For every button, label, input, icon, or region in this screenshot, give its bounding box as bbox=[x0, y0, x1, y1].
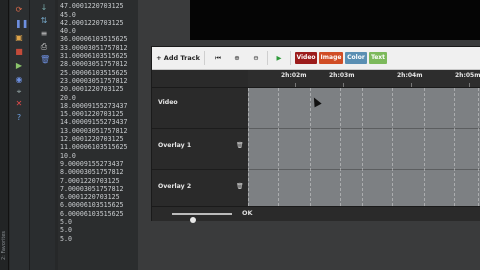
console-line: 14.00009155273437 bbox=[60, 118, 128, 127]
console-line: 5.0 bbox=[60, 234, 72, 243]
console-line: 9.00009155273437 bbox=[60, 159, 124, 168]
time-grid-line bbox=[340, 88, 342, 211]
track-name: Overlay 1 bbox=[158, 142, 192, 149]
console-output: 51.0000021362304747.000122070312545.042.… bbox=[58, 0, 138, 270]
time-grid-line bbox=[248, 88, 250, 211]
video-preview bbox=[190, 0, 480, 40]
ruler-tick-mark bbox=[295, 83, 296, 87]
track-name: Video bbox=[158, 99, 178, 106]
time-grid-line bbox=[310, 88, 312, 211]
console-lines: 51.0000021362304747.000122070312545.042.… bbox=[58, 0, 128, 243]
console-line: 6.00006103515625 bbox=[60, 209, 124, 218]
ruler-tick-label: 2h:03m bbox=[329, 72, 355, 79]
delete-track-icon[interactable]: 🗑 bbox=[236, 183, 244, 190]
console-line: 25.00006103515625 bbox=[60, 68, 128, 77]
wrap-icon[interactable]: ≡ bbox=[40, 30, 48, 38]
timeline-toolbar: + Add Track ⏮ ⊕ ⊖ ▶ Video Image Color Text bbox=[152, 47, 480, 70]
console-line: 6.0001220703125 bbox=[60, 193, 120, 202]
console-line: 23.00003051757812 bbox=[60, 76, 128, 85]
console-line: 12.0001220703125 bbox=[60, 135, 124, 144]
delete-track-icon[interactable]: 🗑 bbox=[236, 142, 244, 149]
resume-icon[interactable]: ▶ bbox=[15, 62, 23, 70]
zoom-in-icon[interactable]: ⊕ bbox=[231, 52, 243, 64]
console-line: 42.0001220703125 bbox=[60, 18, 124, 27]
console-line: 6.00006103515625 bbox=[60, 201, 124, 210]
time-grid-line bbox=[424, 88, 426, 211]
ruler-tick-mark bbox=[343, 83, 344, 87]
time-grid-line bbox=[278, 88, 280, 211]
add-color-button[interactable]: Color bbox=[345, 52, 367, 64]
time-grid-line bbox=[454, 88, 456, 211]
favorites-label: 2: Favorites bbox=[1, 230, 7, 260]
run-tool-icons: ⟳ ❚❚ ▣ ■ ▶ ◉ ⌖ ✕ ? bbox=[10, 0, 30, 270]
pin-icon[interactable]: ⌖ bbox=[15, 88, 23, 96]
console-line: 7.0001220703125 bbox=[60, 176, 120, 185]
ruler-tick-label: 2h:05m bbox=[455, 72, 480, 79]
toolbar-divider bbox=[267, 51, 268, 65]
console-line: 11.00006103515625 bbox=[60, 143, 128, 152]
track-header[interactable]: Overlay 2 🗑 bbox=[152, 170, 248, 211]
arrow-down-icon[interactable]: ↓ bbox=[40, 4, 48, 12]
console-line: 33.00003051757812 bbox=[60, 43, 128, 52]
time-grid-line bbox=[392, 88, 394, 211]
console-line: 15.0001220703125 bbox=[60, 110, 124, 119]
favorites-tab[interactable]: 2: Favorites bbox=[1, 220, 8, 260]
console-line: 47.0001220703125 bbox=[60, 2, 124, 11]
zoom-slider[interactable] bbox=[172, 213, 232, 223]
console-line: 31.00006103515625 bbox=[60, 52, 128, 61]
print-icon[interactable]: ⎙ bbox=[40, 43, 48, 51]
add-track-button[interactable]: + Add Track bbox=[156, 52, 200, 64]
timeline-editor: + Add Track ⏮ ⊕ ⊖ ▶ Video Image Color Text … bbox=[151, 46, 480, 223]
time-ruler[interactable]: 2h:02m 2h:03m 2h:04m 2h:05m bbox=[248, 70, 480, 88]
track-header[interactable]: Video bbox=[152, 88, 248, 129]
ruler-tick-label: 2h:04m bbox=[397, 72, 423, 79]
time-grid-line bbox=[362, 88, 364, 211]
skip-to-start-icon[interactable]: ⏮ bbox=[212, 52, 224, 64]
console-line: 20.0 bbox=[60, 93, 76, 102]
console-line: 36.00006103515625 bbox=[60, 35, 128, 44]
help-icon[interactable]: ? bbox=[15, 114, 23, 122]
console-line: 45.0 bbox=[60, 10, 76, 19]
ruler-corner bbox=[152, 70, 248, 88]
secondary-tool-icons: ↓ ⇅ ≡ ⎙ 🗑 bbox=[30, 0, 55, 270]
console-line: 18.00009155273437 bbox=[60, 101, 128, 110]
pause-icon[interactable]: ❚❚ bbox=[15, 20, 28, 28]
left-tool-rail: 2: Favorites bbox=[0, 0, 9, 270]
ok-button[interactable]: OK bbox=[242, 209, 253, 217]
trash-icon[interactable]: 🗑 bbox=[40, 56, 50, 64]
toolbar-divider bbox=[290, 51, 291, 65]
ruler-tick-label: 2h:02m bbox=[281, 72, 307, 79]
track-header[interactable]: Overlay 1 🗑 bbox=[152, 129, 248, 170]
console-line: 10.0 bbox=[60, 151, 76, 160]
zoom-slider-knob[interactable] bbox=[190, 217, 196, 223]
lane-divider bbox=[248, 128, 480, 129]
track-name: Overlay 2 bbox=[158, 183, 192, 190]
console-line: 5.0 bbox=[60, 226, 72, 235]
add-video-button[interactable]: Video bbox=[295, 52, 317, 64]
zoom-out-icon[interactable]: ⊖ bbox=[250, 52, 262, 64]
track-lanes[interactable] bbox=[248, 88, 480, 211]
add-image-button[interactable]: Image bbox=[319, 52, 343, 64]
rerun-icon[interactable]: ⟳ bbox=[15, 6, 23, 14]
console-line: 5.0 bbox=[60, 218, 72, 227]
console-line: 8.00003051757812 bbox=[60, 168, 124, 177]
console-line: 40.0 bbox=[60, 27, 76, 36]
scroll-icon[interactable]: ⇅ bbox=[40, 17, 48, 25]
stop-icon[interactable]: ■ bbox=[15, 48, 23, 56]
ruler-tick-mark bbox=[469, 83, 470, 87]
console-line: 20.0001220703125 bbox=[60, 85, 124, 94]
step-icon[interactable]: ▣ bbox=[15, 34, 23, 42]
camera-icon[interactable]: ◉ bbox=[15, 76, 23, 84]
console-line: 13.00003051757812 bbox=[60, 126, 128, 135]
add-text-button[interactable]: Text bbox=[369, 52, 387, 64]
play-icon[interactable]: ▶ bbox=[273, 52, 285, 64]
lane-divider bbox=[248, 169, 480, 170]
console-line: 28.00003051757812 bbox=[60, 60, 128, 69]
console-line: 7.00003051757812 bbox=[60, 184, 124, 193]
toolbar-divider bbox=[204, 51, 205, 65]
ruler-tick-mark bbox=[411, 83, 412, 87]
close-icon[interactable]: ✕ bbox=[15, 100, 23, 108]
timeline-footer: OK bbox=[152, 206, 480, 223]
